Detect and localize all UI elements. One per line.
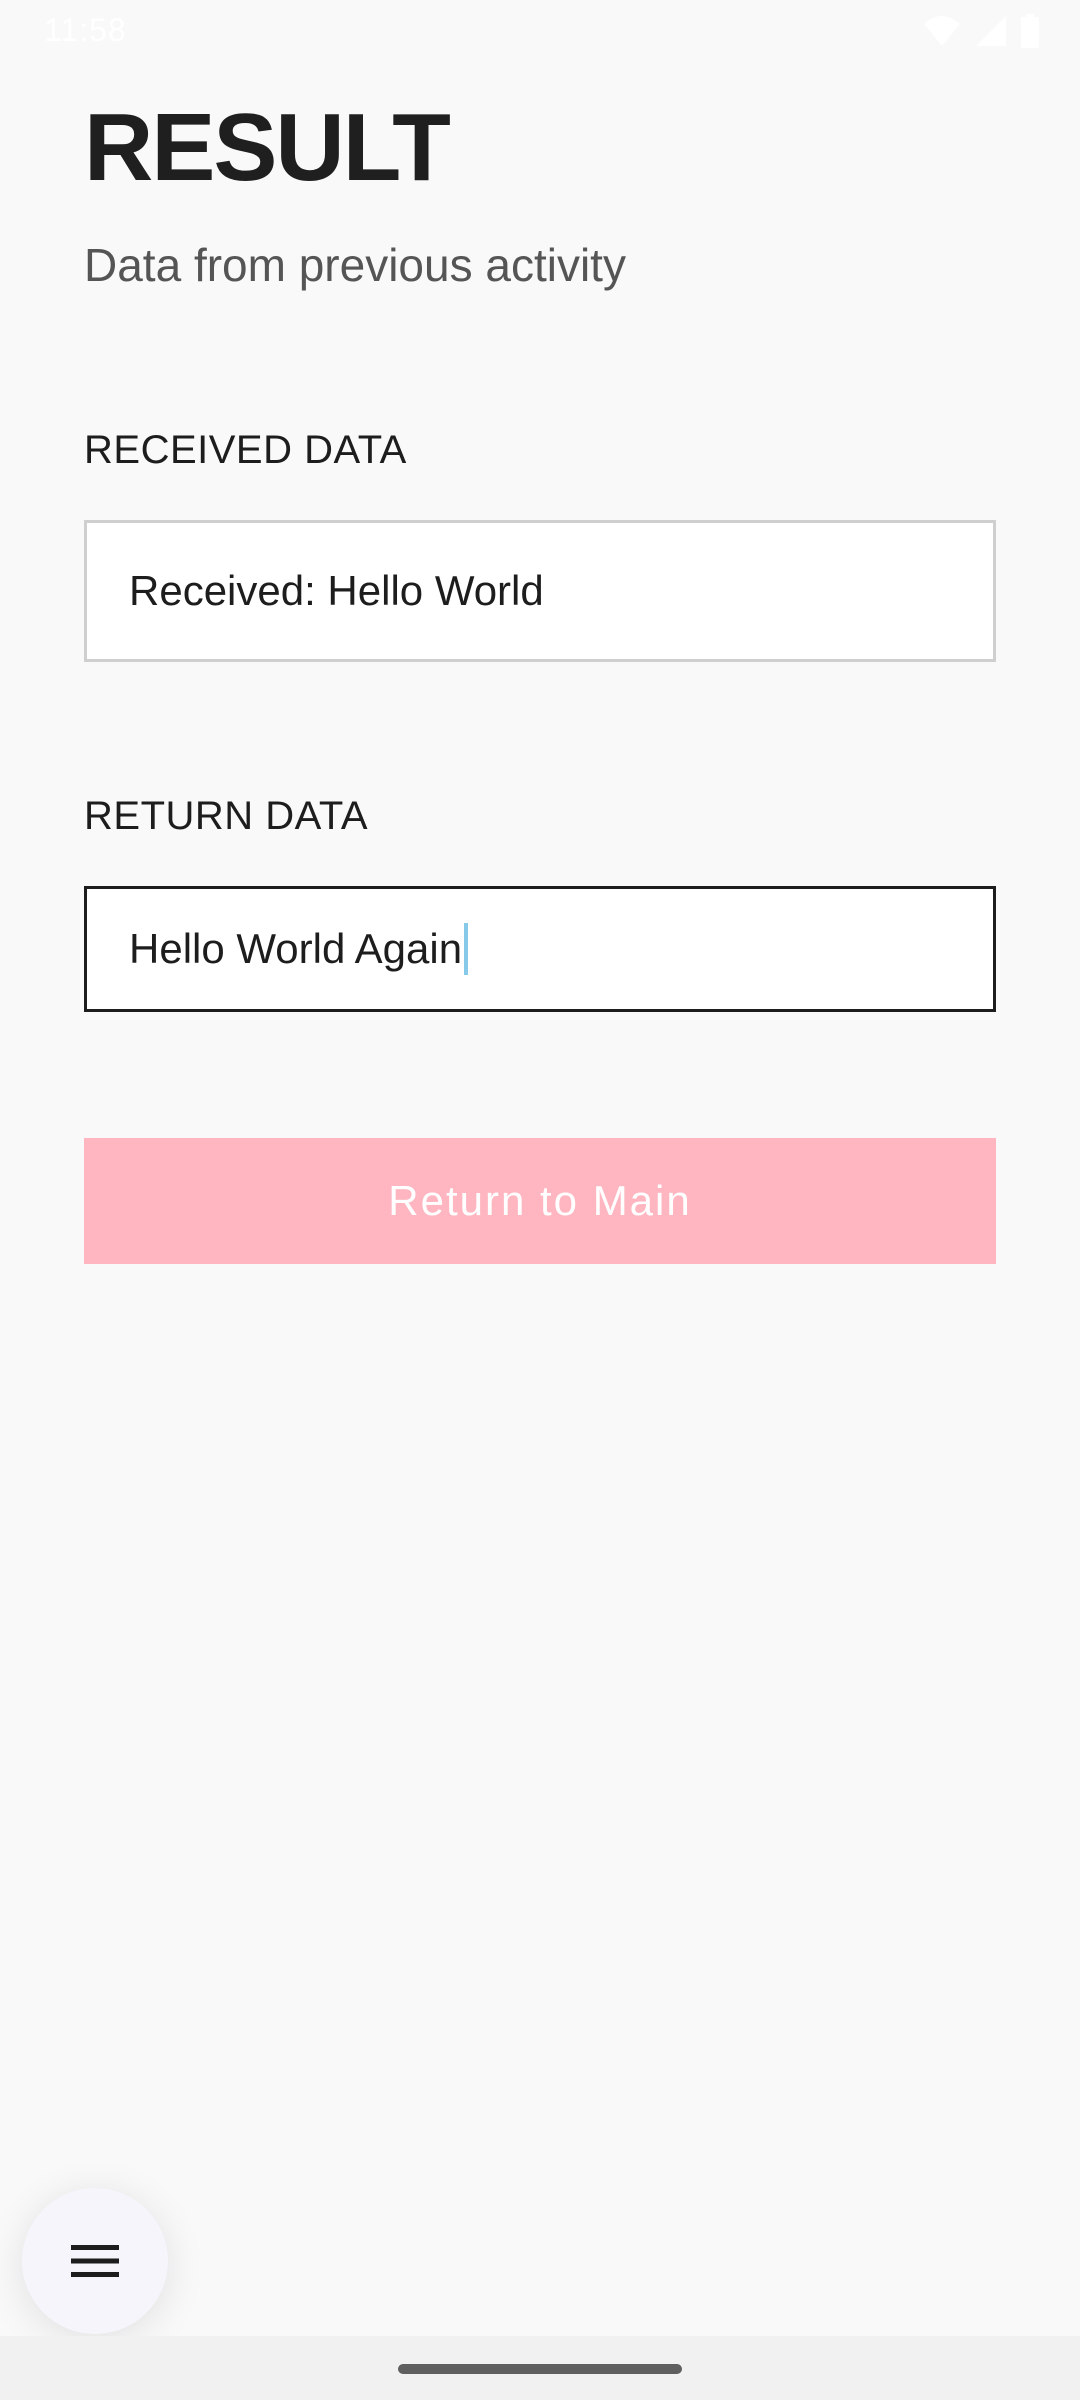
navigation-bar (0, 2336, 1080, 2400)
status-time: 11:58 (44, 12, 127, 48)
page-subtitle: Data from previous activity (84, 239, 626, 291)
text-caret (464, 923, 469, 975)
received-data-value: Received: Hello World (129, 567, 544, 614)
status-bar: 11:58 (0, 0, 1080, 64)
signal-icon (976, 16, 1006, 46)
menu-fab-button[interactable] (22, 2188, 168, 2334)
home-indicator[interactable] (398, 2364, 682, 2374)
received-data-field: Received: Hello World (84, 520, 996, 662)
status-icons (922, 14, 1040, 48)
menu-icon (71, 2245, 119, 2277)
wifi-icon (924, 16, 960, 46)
return-data-label: RETURN DATA (84, 794, 369, 838)
battery-icon (1021, 14, 1039, 48)
return-to-main-button[interactable]: Return to Main (84, 1138, 996, 1264)
page-title: RESULT (84, 94, 451, 201)
return-data-value: Hello World Again (129, 925, 463, 972)
received-data-label: RECEIVED DATA (84, 428, 407, 472)
return-data-input[interactable]: Hello World Again (84, 886, 996, 1012)
